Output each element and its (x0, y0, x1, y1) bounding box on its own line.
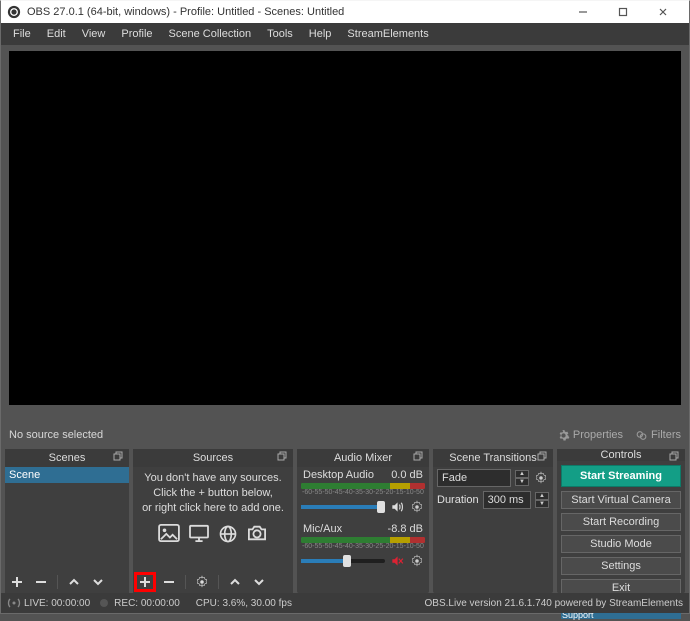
image-icon (158, 524, 180, 542)
globe-icon (218, 524, 238, 544)
minus-icon (34, 575, 48, 589)
undock-icon[interactable] (277, 451, 289, 463)
status-cpu: CPU: 3.6%, 30.00 fps (196, 598, 292, 609)
app-window: OBS 27.0.1 (64-bit, windows) - Profile: … (0, 0, 690, 614)
scenes-dock-title: Scenes (5, 449, 129, 467)
broadcast-icon (7, 598, 21, 608)
settings-button[interactable]: Settings (561, 557, 681, 575)
controls-dock: Controls Start Streaming Start Virtual C… (557, 449, 685, 593)
add-source-button[interactable] (135, 573, 155, 591)
undock-icon[interactable] (413, 451, 425, 463)
channel-settings-button[interactable] (409, 553, 425, 569)
source-properties-button[interactable] (192, 573, 212, 591)
status-bar: LIVE: 00:00:00 REC: 00:00:00 CPU: 3.6%, … (1, 593, 689, 613)
studio-mode-button[interactable]: Studio Mode (561, 535, 681, 553)
sources-dock-title: Sources (133, 449, 293, 467)
plus-icon (10, 575, 24, 589)
menu-tools[interactable]: Tools (259, 26, 301, 42)
docks: Scenes Scene Sources (1, 445, 689, 593)
duration-spin[interactable]: ▲▼ (535, 492, 549, 508)
undock-icon[interactable] (113, 451, 125, 463)
volume-slider[interactable] (301, 559, 385, 563)
no-source-label: No source selected (9, 429, 103, 441)
remove-source-button[interactable] (159, 573, 179, 591)
menu-view[interactable]: View (74, 26, 114, 42)
transitions-dock: Scene Transitions Fade ▲▼ Duration 300 m… (433, 449, 553, 593)
mixer-channel-desktop-audio: Desktop Audio0.0 dB -60-55-50-45-40-35-3… (297, 467, 429, 521)
menu-file[interactable]: File (5, 26, 39, 42)
minus-icon (162, 575, 176, 589)
sources-dock: Sources You don't have any sources. Clic… (133, 449, 293, 593)
gear-icon (195, 575, 209, 589)
gear-icon (557, 429, 570, 442)
start-recording-button[interactable]: Start Recording (561, 513, 681, 531)
controls-dock-title: Controls (557, 449, 685, 461)
sources-toolbar (133, 571, 293, 593)
sources-empty-hint: You don't have any sources. Click the + … (133, 467, 293, 520)
mixer-dock: Audio Mixer Desktop Audio0.0 dB -60-55-5… (297, 449, 429, 593)
scene-up-button[interactable] (64, 573, 84, 591)
speaker-muted-icon[interactable] (389, 553, 405, 569)
remove-scene-button[interactable] (31, 573, 51, 591)
speaker-icon[interactable] (389, 499, 405, 515)
menu-stream-elements[interactable]: StreamElements (339, 26, 436, 42)
status-live: LIVE: 00:00:00 (24, 598, 90, 609)
camera-icon (246, 524, 268, 542)
filters-button[interactable]: Filters (635, 429, 681, 442)
transition-settings-button[interactable] (533, 470, 549, 486)
chevron-down-icon (253, 576, 265, 588)
scene-down-button[interactable] (88, 573, 108, 591)
mixer-dock-title: Audio Mixer (297, 449, 429, 467)
chevron-up-icon (68, 576, 80, 588)
status-version: OBS.Live version 21.6.1.740 powered by S… (425, 598, 683, 609)
channel-settings-button[interactable] (409, 499, 425, 515)
transitions-dock-title: Scene Transitions (433, 449, 553, 467)
minimize-button[interactable] (563, 1, 603, 23)
transition-spin[interactable]: ▲▼ (515, 470, 529, 486)
menu-bar: File Edit View Profile Scene Collection … (1, 23, 689, 45)
menu-edit[interactable]: Edit (39, 26, 74, 42)
window-title: OBS 27.0.1 (64-bit, windows) - Profile: … (27, 6, 344, 18)
chevron-down-icon (92, 576, 104, 588)
app-icon (7, 5, 21, 19)
scene-list-item[interactable]: Scene (5, 467, 129, 483)
source-toolbar: No source selected Properties Filters (1, 425, 689, 445)
plus-icon (138, 575, 152, 589)
source-type-hints (133, 520, 293, 546)
properties-button[interactable]: Properties (557, 429, 623, 442)
preview-canvas[interactable] (9, 51, 681, 405)
add-scene-button[interactable] (7, 573, 27, 591)
source-down-button[interactable] (249, 573, 269, 591)
filter-icon (635, 429, 648, 442)
duration-input[interactable]: 300 ms (483, 491, 531, 509)
titlebar: OBS 27.0.1 (64-bit, windows) - Profile: … (1, 1, 689, 23)
volume-slider[interactable] (301, 505, 385, 509)
start-streaming-button[interactable]: Start Streaming (561, 465, 681, 487)
menu-profile[interactable]: Profile (113, 26, 160, 42)
scenes-toolbar (5, 571, 129, 593)
undock-icon[interactable] (669, 451, 681, 463)
transition-select[interactable]: Fade (437, 469, 511, 487)
start-virtual-camera-button[interactable]: Start Virtual Camera (561, 491, 681, 509)
mixer-ticks: -60-55-50-45-40-35-30-25-20-15-10-50 (301, 543, 425, 551)
close-button[interactable] (643, 1, 683, 23)
duration-label: Duration (437, 494, 479, 506)
source-up-button[interactable] (225, 573, 245, 591)
maximize-button[interactable] (603, 1, 643, 23)
undock-icon[interactable] (537, 451, 549, 463)
mixer-channel-mic-aux: Mic/Aux-8.8 dB -60-55-50-45-40-35-30-25-… (297, 521, 429, 575)
status-rec: REC: 00:00:00 (114, 598, 180, 609)
menu-scene-collection[interactable]: Scene Collection (161, 26, 260, 42)
chevron-up-icon (229, 576, 241, 588)
record-dot-icon (100, 599, 108, 607)
menu-help[interactable]: Help (301, 26, 340, 42)
scenes-dock: Scenes Scene (5, 449, 129, 593)
display-icon (188, 524, 210, 542)
mixer-ticks: -60-55-50-45-40-35-30-25-20-15-10-50 (301, 489, 425, 497)
